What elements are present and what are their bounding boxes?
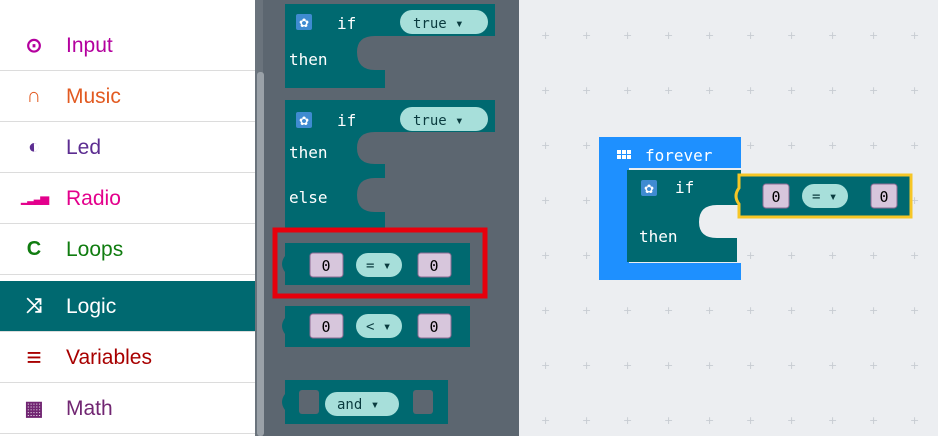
if-keyword: if bbox=[337, 111, 356, 130]
headphones-icon: ∩ bbox=[26, 85, 42, 107]
workspace-canvas[interactable]: + + + + + + + + + + + + + + + + + + + + + + + + + + + + + + + + + + + + + + + +… bbox=[519, 0, 938, 436]
if-keyword: if bbox=[337, 14, 356, 33]
if-then-block[interactable]: ✿ if true ▾ then bbox=[285, 4, 495, 88]
if-then-else-block[interactable]: ✿ if true ▾ then else bbox=[285, 100, 495, 228]
toggle-icon: ◐ bbox=[27, 136, 41, 158]
and-dropdown-label: and ▾ bbox=[337, 397, 379, 413]
category-variables[interactable]: ≡ Variables bbox=[0, 332, 255, 383]
category-label: Math bbox=[66, 397, 113, 420]
forever-label: forever bbox=[645, 146, 713, 165]
category-input[interactable]: ⊙ Input bbox=[0, 20, 255, 71]
less-than-compare-block[interactable]: 0 < ▾ 0 bbox=[282, 306, 470, 347]
operator-label: = ▾ bbox=[812, 189, 837, 205]
category-label: Input bbox=[66, 34, 113, 57]
empty-input-slot[interactable] bbox=[413, 390, 433, 414]
then-keyword: then bbox=[289, 50, 328, 69]
right-number: 0 bbox=[879, 188, 888, 206]
empty-input-slot[interactable] bbox=[299, 390, 319, 414]
if-keyword: if bbox=[675, 178, 694, 197]
category-label: Loops bbox=[66, 238, 124, 261]
category-label: Music bbox=[66, 85, 121, 108]
flyout-canvas: ✿ if true ▾ then ✿ if true ▾ then else 0… bbox=[272, 4, 495, 424]
category-logic[interactable]: ⤨ Logic bbox=[0, 281, 255, 332]
radio-target-icon: ⊙ bbox=[25, 35, 43, 57]
block-flyout: ✿ if true ▾ then ✿ if true ▾ then else 0… bbox=[255, 0, 519, 436]
shuffle-icon: ⤨ bbox=[26, 295, 42, 317]
equals-compare-block[interactable]: 0 = ▾ 0 bbox=[282, 243, 470, 285]
category-math[interactable]: ▦ Math bbox=[0, 383, 255, 434]
workspace-equals-block[interactable]: 0 = ▾ 0 bbox=[734, 173, 913, 219]
category-panel: ⊙ Input ∩ Music ◐ Led ▁▂▃▅ Radio C Loops… bbox=[0, 0, 255, 436]
right-number: 0 bbox=[429, 318, 438, 336]
left-number: 0 bbox=[771, 188, 780, 206]
gear-icon: ✿ bbox=[299, 114, 309, 128]
workspace-blocks: forever ✿ if then 0 = ▾ 0 bbox=[599, 137, 913, 280]
variables-icon: ≡ bbox=[26, 342, 42, 372]
calculator-icon: ▦ bbox=[24, 398, 44, 420]
category-label: Led bbox=[66, 136, 102, 159]
category-label: Logic bbox=[66, 295, 117, 318]
and-block[interactable]: and ▾ bbox=[282, 380, 448, 424]
left-number: 0 bbox=[321, 318, 330, 336]
true-dropdown-label: true ▾ bbox=[413, 113, 464, 129]
loop-arrow-icon: C bbox=[26, 238, 42, 260]
operator-label: < ▾ bbox=[366, 319, 391, 335]
true-dropdown-label: true ▾ bbox=[413, 16, 464, 32]
category-label: Radio bbox=[66, 187, 121, 210]
else-keyword: else bbox=[289, 188, 328, 207]
category-radio[interactable]: ▁▂▃▅ Radio bbox=[0, 173, 255, 224]
workspace-if-block[interactable]: ✿ if then bbox=[627, 170, 741, 262]
gear-icon: ✿ bbox=[299, 16, 309, 30]
category-label: Variables bbox=[66, 346, 152, 369]
then-keyword: then bbox=[289, 143, 328, 162]
flyout-scrollbar-thumb[interactable] bbox=[257, 72, 264, 436]
right-number: 0 bbox=[429, 257, 438, 275]
operator-label: = ▾ bbox=[366, 258, 391, 274]
category-loops[interactable]: C Loops bbox=[0, 224, 255, 275]
category-music[interactable]: ∩ Music bbox=[0, 71, 255, 122]
category-led[interactable]: ◐ Led bbox=[0, 122, 255, 173]
left-number: 0 bbox=[321, 257, 330, 275]
then-keyword: then bbox=[639, 227, 678, 246]
signal-bars-icon: ▁▂▃▅ bbox=[21, 193, 49, 205]
gear-icon: ✿ bbox=[644, 182, 654, 196]
